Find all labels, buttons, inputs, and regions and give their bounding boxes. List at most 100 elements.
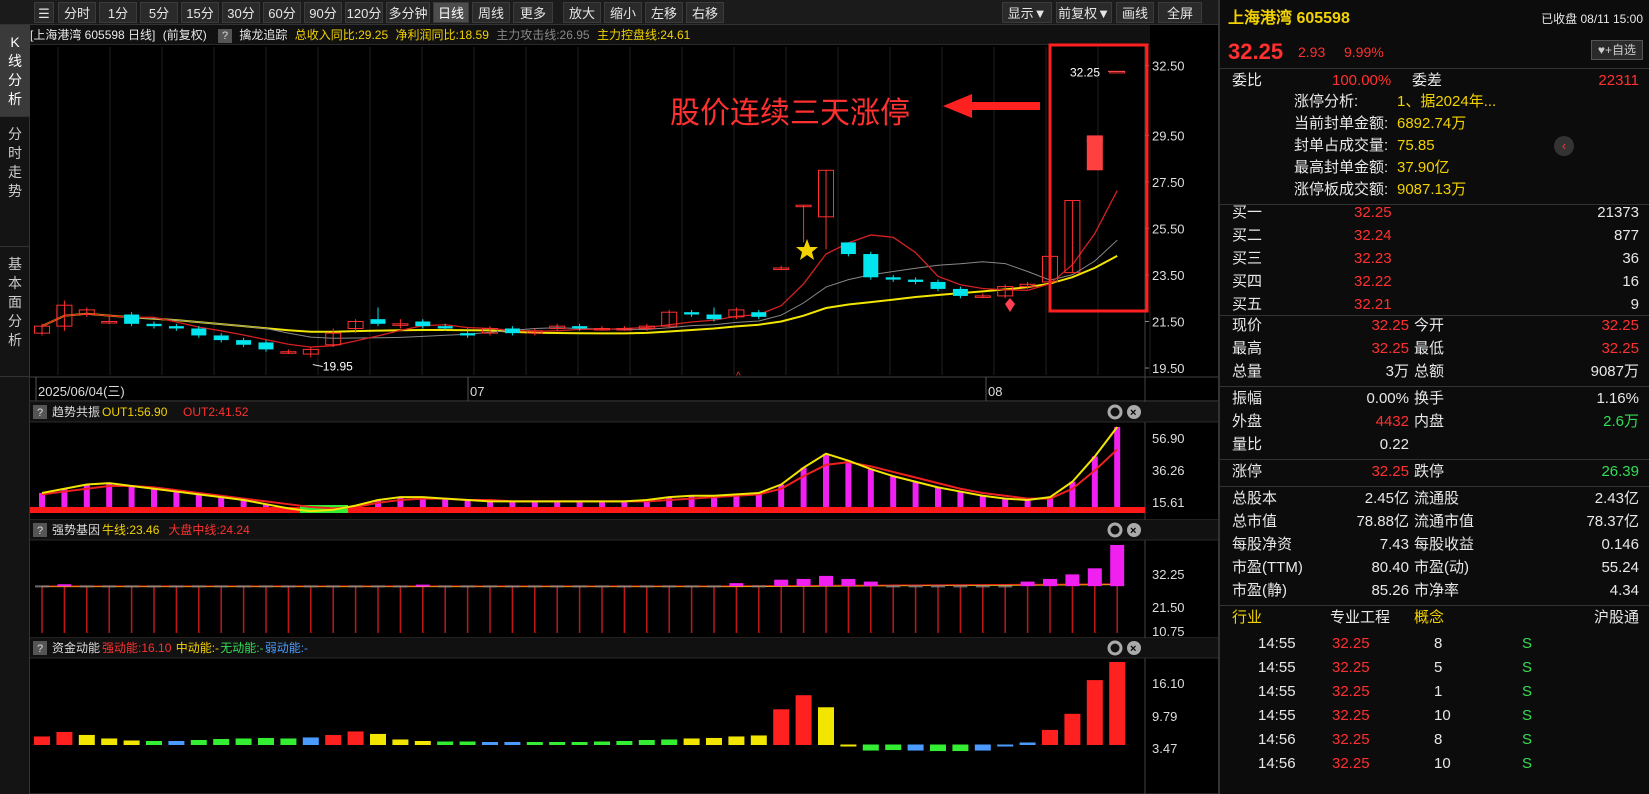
candle [997,284,1014,299]
gene-marker [124,585,139,588]
gene-marker [729,583,744,587]
weibi-label: 委比 [1232,72,1263,89]
period-tab[interactable]: 分时 [58,2,96,23]
stat-row: 外盘 4432 内盘 2.6万 [1220,411,1649,433]
action-button[interactable]: 右移 [686,2,724,23]
tick-row: 14:55 32.25 1 S [1220,681,1649,703]
gene-marker [1110,544,1125,587]
gene-marker [191,585,206,588]
period-tab[interactable]: 周线 [472,2,510,23]
period-tab[interactable]: 5分 [140,2,178,23]
period-tab[interactable]: 90分 [304,2,342,23]
toolbar-right-button[interactable]: 前复权▼ [1056,2,1112,23]
bid-row[interactable]: 买四 32.22 16 [1220,271,1649,293]
bid-row[interactable]: 买五 32.21 9 [1220,294,1649,316]
candle [661,309,678,329]
energy-bar [459,741,476,745]
period-tab[interactable]: 更多▼ [513,2,553,42]
limit-info-label: 涨停分析: [1294,93,1359,110]
gene-marker [707,585,721,588]
tick-price: 32.25 [1332,635,1370,652]
svg-text:?: ? [37,525,43,537]
energy-bar [571,741,588,745]
home-button[interactable]: ☰ [34,2,54,23]
trend-bar [845,460,852,507]
bid-row[interactable]: 买一 32.25 21373 [1220,202,1649,224]
add-watchlist-button[interactable]: ♥+自选 [1590,40,1643,60]
industry-value[interactable]: 专业工程 [1330,607,1390,629]
stat-value: 55.24 [1601,559,1639,576]
concept-value[interactable]: 沪股通 [1594,607,1639,629]
diamond-icon [1005,304,1015,312]
action-button[interactable]: 缩小 [604,2,642,23]
candle [213,333,229,343]
gene-marker [35,585,49,588]
candle [124,312,140,327]
toolbar-right-button[interactable]: 显示▼ [1002,2,1052,23]
tick-volume: 10 [1434,755,1451,772]
side-tab[interactable]: K线分析 [0,25,30,117]
bid-price: 32.25 [1354,204,1392,221]
energy-bar [549,741,566,745]
weicha-label: 委差 [1412,72,1443,89]
energy-bar [974,744,991,751]
candle [930,279,946,292]
gene-marker [639,585,654,588]
panel-tick-label: 56.90 [1152,431,1185,446]
bid-row[interactable]: 买二 32.24 877 [1220,225,1649,247]
limit-info-label: 封单占成交量: [1294,137,1389,154]
limit-info-value[interactable]: 1、据2024年... [1397,91,1496,113]
stat-value: 4432 [1375,413,1409,430]
low-price-label: 19.95 [323,360,353,374]
period-tab[interactable]: 60分 [263,2,301,23]
toolbar-right-button[interactable]: 画线 [1116,2,1154,23]
gene-marker [527,585,542,588]
x-axis-label: 08 [988,384,1002,399]
stat-row: 市盈(TTM) 80.40 市盈(动) 55.24 [1220,557,1649,579]
side-tab[interactable]: 基本面分析 [0,247,30,377]
panel-tick-label: 9.79 [1152,709,1177,724]
chart-area: [上海港湾 605598 日线] (前复权) ? 擒龙追踪 总收入同比:29.2… [30,25,1218,794]
panel-tick-label: 3.47 [1152,741,1177,756]
energy-bar [1042,729,1058,745]
gene-marker [863,581,878,587]
stat-row: 涨停 32.25 跌停 26.39 [1220,461,1649,483]
x-axis-label: 2025/06/04(三) [38,384,125,399]
gene-marker [1043,578,1057,587]
period-tab[interactable]: 日线 [433,2,469,23]
tick-time: 14:55 [1258,659,1296,676]
energy-bar [123,740,140,745]
candle [751,309,767,320]
bid-label: 买三 [1232,250,1263,267]
kline-chart[interactable]: 32.50 29.50 27.50 25.50 23.50 21.50 19.50 19.95… [30,25,1218,794]
collapse-icon[interactable]: ‹ [1554,136,1574,156]
candle [504,326,520,336]
trend-bar [666,497,673,507]
action-button[interactable]: 放大 [563,2,601,23]
tick-row: 14:55 32.25 5 S [1220,657,1649,679]
period-tab[interactable]: 15分 [181,2,219,23]
y-tick-label: 23.50 [1152,268,1185,283]
side-tab[interactable]: 分时走势 [0,117,30,247]
period-tab[interactable]: 1分 [99,2,137,23]
energy-bar [1109,662,1126,745]
gene-marker [483,585,497,588]
bid-row[interactable]: 买三 32.23 36 [1220,248,1649,270]
tick-price: 32.25 [1332,707,1370,724]
trend-bar [823,453,829,507]
tick-row: 14:56 32.25 8 S [1220,729,1649,751]
period-tab[interactable]: 120分 [345,2,383,23]
period-tab[interactable]: 30分 [222,2,260,23]
gene-marker [931,585,945,588]
gene-marker [886,585,901,588]
period-tab[interactable]: 多分钟 [386,2,430,23]
tick-direction: S [1522,635,1533,652]
toolbar-right-button[interactable]: 全屏 [1158,2,1202,23]
tick-direction: S [1522,683,1533,700]
gene-marker [371,585,385,588]
trend-bar [397,497,404,507]
candle [258,340,274,352]
stat-label: 每股收益 [1414,536,1475,553]
gene-marker [908,585,923,588]
action-button[interactable]: 左移 [645,2,683,23]
